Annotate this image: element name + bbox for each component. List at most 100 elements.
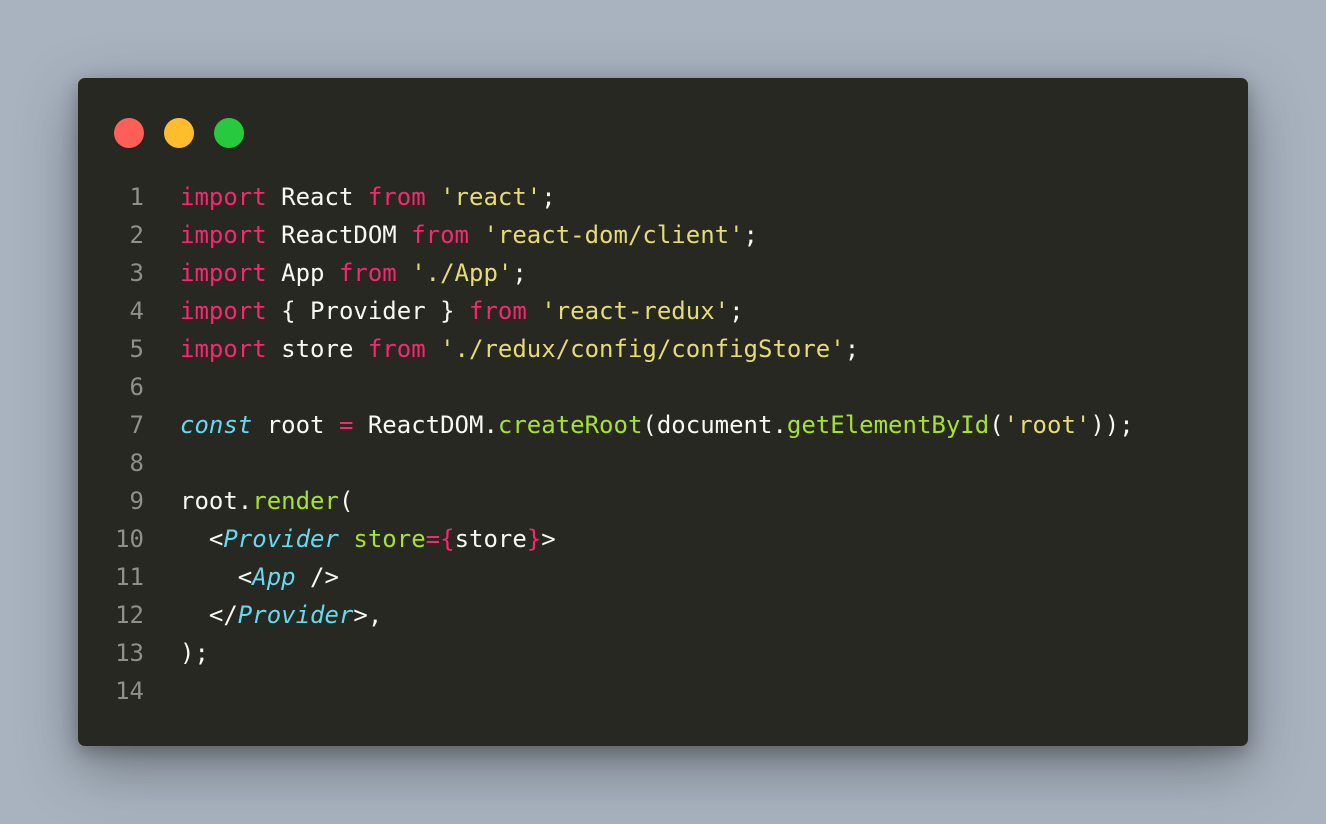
line-source: </Provider>, (144, 596, 382, 634)
code-token: from (367, 335, 426, 363)
line-number: 12 (115, 601, 144, 629)
line-number: 13 (115, 639, 144, 667)
code-token: ( (989, 411, 1004, 439)
line-source: import { Provider } from 'react-redux'; (144, 292, 744, 330)
code-token: ( (338, 487, 354, 515)
code-token: { Provider } (266, 297, 469, 325)
code-token: App (266, 259, 339, 287)
code-token: from (411, 221, 469, 249)
code-token: = (338, 411, 354, 439)
code-token: /> (295, 563, 339, 591)
minimize-dot-icon[interactable] (164, 118, 194, 148)
code-token: from (338, 259, 397, 287)
line-source: <Provider store={store}> (144, 520, 556, 558)
code-token: const (180, 411, 253, 439)
code-token: } (526, 525, 542, 553)
code-token: Provider (223, 525, 339, 553)
code-line: 4 import { Provider } from 'react-redux'; (78, 292, 1248, 330)
code-token: > (541, 525, 556, 553)
line-number: 11 (115, 563, 144, 591)
code-token: ReactDOM (266, 221, 412, 249)
code-token: Provider (237, 601, 354, 629)
code-line: 12 </Provider>, (78, 596, 1248, 634)
code-token: ={ (425, 525, 455, 553)
line-source: import App from './App'; (144, 254, 527, 292)
line-source (144, 368, 180, 406)
code-token: render (252, 487, 339, 515)
code-token: root (252, 411, 339, 439)
code-token: < (180, 563, 253, 591)
code-line: 10 <Provider store={store}> (78, 520, 1248, 558)
line-source: import ReactDOM from 'react-dom/client'; (144, 216, 758, 254)
line-number: 3 (129, 259, 144, 287)
line-source: <App /> (144, 558, 339, 596)
line-number: 6 (129, 373, 144, 401)
code-token: 'react' (440, 183, 542, 211)
code-token: from (367, 183, 426, 211)
code-token: React (266, 183, 368, 211)
line-source (144, 444, 180, 482)
code-token: </ (180, 601, 238, 629)
code-line: 11 <App /> (78, 558, 1248, 596)
code-token: import (180, 335, 267, 363)
line-number: 5 (129, 335, 144, 363)
code-token: store (266, 335, 368, 363)
code-token: ; (541, 183, 556, 211)
code-token: (document. (642, 411, 787, 439)
close-dot-icon[interactable] (114, 118, 144, 148)
code-line: 14 (78, 672, 1248, 710)
line-source: import store from './redux/config/config… (144, 330, 859, 368)
code-block: 1 import React from 'react'; 2 import React… (78, 178, 1248, 710)
code-line: 13); (78, 634, 1248, 672)
code-line: 6 (78, 368, 1248, 406)
line-number: 4 (129, 297, 144, 325)
code-line: 2 import ReactDOM from 'react-dom/client'… (78, 216, 1248, 254)
code-token: store (353, 525, 426, 553)
line-source (144, 672, 180, 710)
code-token: ReactDOM. (353, 411, 498, 439)
code-token: root. (180, 487, 253, 515)
code-token: from (469, 297, 527, 325)
code-line: 5 import store from './redux/config/confi… (78, 330, 1248, 368)
code-token: ; (743, 221, 758, 249)
line-source: const root = ReactDOM.createRoot(documen… (144, 406, 1134, 444)
code-token: import (180, 221, 267, 249)
code-token: './redux/config/configStore' (440, 335, 845, 363)
code-line: 1 import React from 'react'; (78, 178, 1248, 216)
line-number: 2 (129, 221, 144, 249)
code-line: 7 const root = ReactDOM.createRoot(docume… (78, 406, 1248, 444)
line-number: 8 (129, 449, 144, 477)
code-token: './App' (411, 259, 513, 287)
line-number: 14 (115, 677, 144, 705)
code-token: ; (844, 335, 860, 363)
code-token: import (180, 259, 267, 287)
code-token: ; (729, 297, 744, 325)
window-controls (114, 118, 244, 148)
code-token: 'root' (1003, 411, 1091, 439)
line-source: import React from 'react'; (144, 178, 556, 216)
code-line: 3 import App from './App'; (78, 254, 1248, 292)
code-line: 8 (78, 444, 1248, 482)
code-token: createRoot (497, 411, 643, 439)
code-token: ); (180, 639, 209, 667)
code-token: ; (512, 259, 527, 287)
line-number: 9 (129, 487, 144, 515)
maximize-dot-icon[interactable] (214, 118, 244, 148)
line-source: ); (144, 634, 209, 672)
code-token: 'react-redux' (541, 297, 730, 325)
code-token: getElementById (786, 411, 990, 439)
code-token: import (180, 297, 267, 325)
code-token: import (180, 183, 267, 211)
line-number: 1 (129, 183, 144, 211)
code-token: 'react-dom/client' (483, 221, 744, 249)
code-token: >, (353, 601, 383, 629)
code-token: App (252, 563, 296, 591)
code-token: )); (1090, 411, 1134, 439)
code-window: 1 import React from 'react'; 2 import React… (78, 78, 1248, 746)
